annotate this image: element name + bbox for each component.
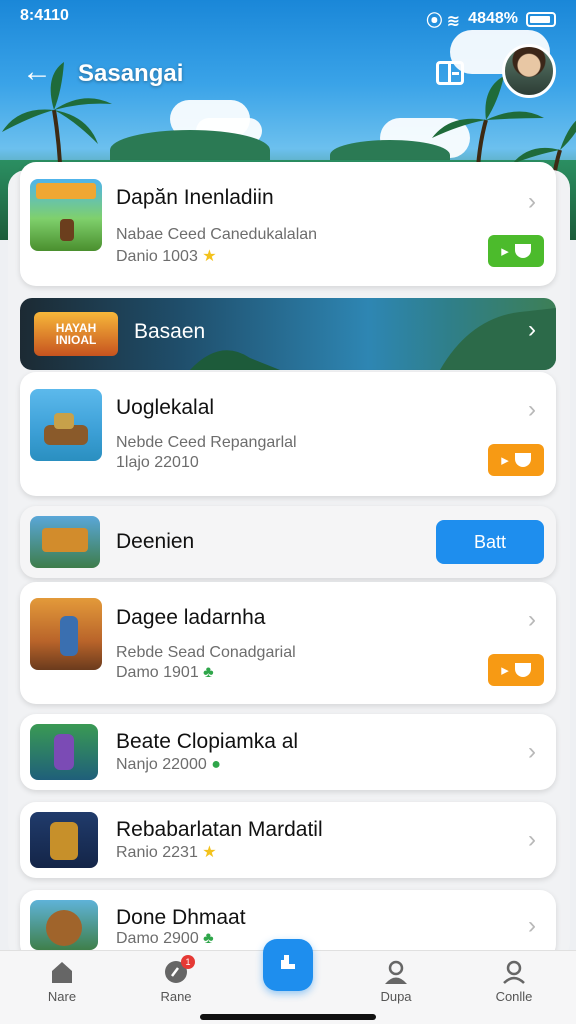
status-bar: 8:4110 ⦿ ≋ 4848%: [0, 0, 576, 34]
nav-user-label: Dupa: [380, 989, 412, 1004]
game-meta: Damo 1901 ♣: [116, 664, 214, 681]
game-title: Done Dhmaat: [116, 906, 246, 929]
nav-chat-label: Rane: [160, 989, 192, 1004]
clover-icon: ♣: [203, 664, 214, 681]
notification-badge: 1: [181, 955, 195, 969]
featured-title: Deenien: [116, 530, 195, 553]
list-item[interactable]: Dapăn Inenladiin Nabae Ceed Canedukalala…: [20, 162, 556, 286]
nav-home[interactable]: Nare: [22, 959, 102, 1004]
game-title: Dagee ladarnha: [116, 606, 266, 629]
play-icon: ▸: [501, 662, 509, 679]
dot-icon: ●: [211, 756, 221, 773]
list-item[interactable]: Uoglekalal Nebde Ceed Repangarlal 1lajo …: [20, 372, 556, 496]
avatar[interactable]: [502, 44, 556, 98]
arrow-left-icon: ←: [22, 55, 52, 88]
promo-banner[interactable]: HAYAH INIOAL Basaen ›: [20, 298, 556, 370]
game-thumbnail: [30, 812, 98, 868]
chevron-right-icon: ›: [528, 316, 536, 343]
game-meta: Nanjo 22000 ●: [116, 756, 221, 773]
game-title: Uoglekalal: [116, 396, 215, 419]
home-icon: [49, 959, 75, 985]
layout-toggle-button[interactable]: [436, 61, 464, 85]
play-icon: ▸: [501, 452, 509, 469]
bottom-navigation: Nare 1 Rane Dupa Conlle: [0, 939, 576, 1024]
game-thumbnail: [30, 900, 98, 950]
play-icon: ▸: [501, 243, 509, 260]
chat-icon: 1: [163, 955, 195, 985]
wifi-icon: ⦿ ≋: [426, 13, 461, 30]
chevron-right-icon: ›: [528, 188, 536, 215]
game-meta: Danio 1003 ★: [116, 248, 217, 265]
game-subtitle: Nebde Ceed Repangarlal: [116, 434, 297, 451]
list-item[interactable]: Beate Clopiamka al Nanjo 22000 ● ›: [20, 714, 556, 790]
banner-logo: HAYAH INIOAL: [34, 312, 118, 356]
home-indicator: [200, 1014, 376, 1020]
chevron-right-icon: ›: [528, 396, 536, 423]
game-icon: [275, 949, 301, 982]
game-thumbnail: [30, 724, 98, 780]
install-button[interactable]: ▸: [488, 654, 544, 686]
game-meta: 1lajo 22010: [116, 454, 199, 471]
nav-home-label: Nare: [47, 989, 77, 1004]
app-bar: ← Sasangai: [0, 44, 576, 104]
chevron-right-icon: ›: [528, 606, 536, 633]
page-title: Sasangai: [78, 60, 184, 87]
banner-label: Basaen: [134, 320, 206, 343]
game-thumbnail: [30, 598, 102, 670]
nav-chat[interactable]: 1 Rane: [136, 955, 216, 1004]
user-icon: [383, 959, 409, 985]
install-button[interactable]: ▸: [488, 235, 544, 267]
game-title: Beate Clopiamka al: [116, 730, 299, 753]
nav-user[interactable]: Dupa: [356, 959, 436, 1004]
game-title: Dapăn Inenladiin: [116, 186, 274, 209]
game-meta: Ranio 2231 ★: [116, 844, 217, 861]
battery-icon: [526, 11, 556, 27]
game-title: Rebabarlatan Mardatil: [116, 818, 323, 841]
list-item[interactable]: Dagee ladarnha Rebde Sead Conadgarial Da…: [20, 582, 556, 704]
clover-icon: ♣: [203, 930, 214, 947]
nav-profile-label: Conlle: [495, 989, 533, 1004]
back-button[interactable]: ←: [20, 56, 54, 90]
battery-percent: 4848%: [468, 10, 518, 27]
list-item[interactable]: Rebabarlatan Mardatil Ranio 2231 ★ ›: [20, 802, 556, 878]
chevron-right-icon: ›: [528, 912, 536, 939]
nav-game-button[interactable]: [263, 939, 313, 991]
game-thumbnail: [30, 179, 102, 251]
install-button[interactable]: ▸: [488, 444, 544, 476]
game-thumbnail: [30, 389, 102, 461]
star-icon: ★: [202, 844, 217, 861]
get-button[interactable]: Batt: [436, 520, 544, 564]
game-thumbnail: [30, 516, 100, 568]
game-subtitle: Nabae Ceed Canedukalalan: [116, 226, 318, 243]
featured-item[interactable]: Deenien Batt: [20, 506, 556, 578]
star-icon: ★: [202, 248, 217, 265]
status-time: 8:4110: [20, 7, 69, 24]
chevron-right-icon: ›: [528, 738, 536, 765]
chevron-right-icon: ›: [528, 826, 536, 853]
nav-profile[interactable]: Conlle: [474, 959, 554, 1004]
profile-icon: [501, 959, 527, 985]
game-subtitle: Rebde Sead Conadgarial: [116, 644, 296, 661]
game-meta: Damo 2900 ♣: [116, 930, 214, 947]
